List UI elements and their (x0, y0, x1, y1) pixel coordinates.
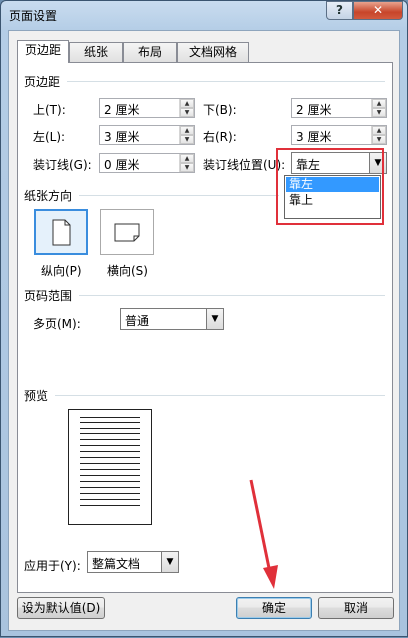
spin-up-icon[interactable]: ▲ (372, 99, 386, 108)
preview-text-line (80, 469, 140, 470)
landscape-label[interactable]: 横向(S) (107, 262, 148, 279)
multiple-pages-label: 多页(M): (33, 317, 81, 331)
portrait-page-icon (52, 219, 71, 246)
multiple-pages-value: 普通 (125, 314, 150, 328)
left-margin-value: 3 厘米 (104, 130, 140, 144)
preview-text-line (80, 439, 140, 440)
preview-text-line (80, 417, 140, 418)
apply-to-value: 整篇文档 (92, 557, 141, 571)
bottom-margin-spinner[interactable]: 2 厘米 ▲ ▼ (291, 98, 387, 118)
tab-document-grid[interactable]: 文档网格 (177, 42, 249, 62)
bottom-margin-value: 2 厘米 (296, 103, 332, 117)
preview-text-line (80, 505, 140, 506)
spin-down-icon[interactable]: ▼ (180, 135, 194, 144)
highlight-annotation-box (276, 148, 384, 225)
divider (67, 81, 385, 82)
window-title: 页面设置 (9, 9, 58, 23)
spin-up-icon[interactable]: ▲ (180, 154, 194, 163)
preview-page-thumbnail (68, 409, 152, 525)
spin-down-icon[interactable]: ▼ (372, 135, 386, 144)
tab-paper[interactable]: 纸张 (69, 42, 123, 62)
preview-text-line (80, 499, 140, 500)
preview-text-line (80, 451, 140, 452)
right-margin-label: 右(R): (203, 130, 237, 144)
preview-text-line (80, 445, 140, 446)
ok-button[interactable]: 确定 (236, 597, 312, 619)
gutter-position-label: 装订线位置(U): (203, 158, 286, 172)
tab-layout[interactable]: 布局 (123, 42, 177, 62)
top-margin-spinner[interactable]: 2 厘米 ▲ ▼ (99, 98, 195, 118)
preview-text-line (80, 487, 140, 488)
divider (79, 195, 279, 196)
portrait-option[interactable] (34, 209, 88, 255)
page-setup-dialog: 页面设置 ? ✕ 页边距 纸张 布局 文档网格 页边距 上(T): 2 厘米 ▲… (0, 0, 408, 637)
preview-text-line (80, 463, 140, 464)
chevron-down-icon[interactable]: ▼ (206, 309, 223, 329)
preview-section-label: 预览 (24, 389, 49, 403)
gutter-label: 装订线(G): (33, 158, 92, 172)
landscape-option[interactable] (100, 209, 154, 255)
chevron-down-icon[interactable]: ▼ (161, 552, 178, 572)
right-margin-spinner[interactable]: 3 厘米 ▲ ▼ (291, 125, 387, 145)
preview-text-line (80, 475, 140, 476)
top-margin-label: 上(T): (33, 103, 66, 117)
cancel-button[interactable]: 取消 (318, 597, 394, 619)
spin-up-icon[interactable]: ▲ (180, 99, 194, 108)
orientation-section-label: 纸张方向 (24, 189, 73, 203)
spin-down-icon[interactable]: ▼ (180, 163, 194, 172)
multiple-pages-combo[interactable]: 普通 ▼ (120, 308, 224, 330)
left-margin-spinner[interactable]: 3 厘米 ▲ ▼ (99, 125, 195, 145)
right-margin-value: 3 厘米 (296, 130, 332, 144)
preview-text-line (80, 457, 140, 458)
set-default-button[interactable]: 设为默认值(D) (17, 597, 105, 619)
margins-section-label: 页边距 (24, 75, 61, 89)
gutter-value: 0 厘米 (104, 158, 140, 172)
gutter-spinner[interactable]: 0 厘米 ▲ ▼ (99, 153, 195, 173)
preview-text-line (80, 481, 140, 482)
spin-down-icon[interactable]: ▼ (180, 108, 194, 117)
apply-to-label: 应用于(Y): (24, 559, 81, 573)
divider (79, 295, 385, 296)
divider (55, 395, 385, 396)
landscape-page-icon (114, 223, 140, 242)
close-button[interactable]: ✕ (353, 1, 403, 20)
spin-up-icon[interactable]: ▲ (372, 126, 386, 135)
bottom-margin-label: 下(B): (203, 103, 237, 117)
spin-up-icon[interactable]: ▲ (180, 126, 194, 135)
spin-down-icon[interactable]: ▼ (372, 108, 386, 117)
dialog-client-area: 页边距 纸张 布局 文档网格 页边距 上(T): 2 厘米 ▲ ▼ 下(B): 2… (8, 30, 400, 631)
pages-section-label: 页码范围 (24, 289, 73, 303)
top-margin-value: 2 厘米 (104, 103, 140, 117)
help-button[interactable]: ? (326, 1, 353, 20)
preview-text-line (80, 433, 140, 434)
left-margin-label: 左(L): (33, 130, 66, 144)
preview-text-line (80, 428, 140, 429)
portrait-label[interactable]: 纵向(P) (41, 262, 82, 279)
tab-margins[interactable]: 页边距 (17, 40, 69, 63)
preview-text-line (80, 493, 140, 494)
preview-text-line (80, 422, 140, 423)
apply-to-combo[interactable]: 整篇文档 ▼ (87, 551, 179, 573)
